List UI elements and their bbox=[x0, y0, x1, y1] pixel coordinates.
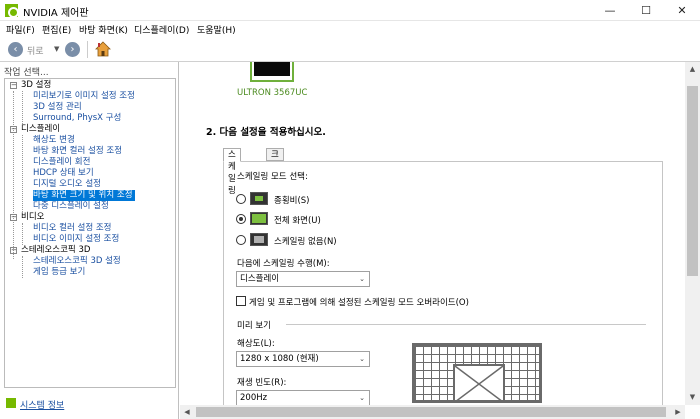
vertical-scrollbar[interactable]: ▲ ▼ bbox=[685, 62, 700, 405]
tree-line bbox=[13, 91, 14, 259]
tab-size[interactable]: 크기 bbox=[266, 148, 284, 172]
tree-item-rotate-display[interactable]: 디스플레이 회전 bbox=[33, 157, 90, 168]
preview-divider bbox=[286, 324, 646, 325]
preview-cross-icon bbox=[455, 366, 503, 400]
refresh-rate-select[interactable]: 200Hz ⌄ bbox=[236, 390, 370, 406]
tree-line bbox=[22, 91, 23, 124]
tree-item-hdcp-status[interactable]: HDCP 상태 보기 bbox=[33, 168, 94, 179]
tree-category-video[interactable]: 비디오 bbox=[21, 212, 44, 223]
menu-desktop[interactable]: 바탕 화면(K) bbox=[79, 23, 128, 36]
collapse-toggle-video[interactable]: − bbox=[10, 214, 17, 221]
mode-full-screen-label[interactable]: 전체 화면(U) bbox=[274, 214, 321, 226]
toolbar: ‹ 뒤로 ▼ › bbox=[0, 37, 700, 62]
tree-item-desktop-color[interactable]: 바탕 화면 컬러 설정 조정 bbox=[33, 146, 122, 157]
tree-item-multi-display[interactable]: 다중 디스플레이 설정 bbox=[33, 201, 109, 212]
collapse-toggle-3d[interactable]: − bbox=[10, 82, 17, 89]
menu-display[interactable]: 디스플레이(D) bbox=[134, 23, 189, 36]
tree-item-change-resolution[interactable]: 해상도 변경 bbox=[33, 135, 75, 146]
system-info-icon bbox=[6, 398, 16, 408]
perform-scaling-value: 디스플레이 bbox=[240, 274, 280, 284]
close-button[interactable]: ✕ bbox=[664, 0, 700, 21]
horizontal-scrollbar[interactable]: ◀ ▶ bbox=[180, 405, 685, 419]
tree-category-stereoscopic[interactable]: 스테레오스코픽 3D bbox=[21, 245, 90, 256]
mode-no-scaling-label[interactable]: 스케일링 없음(N) bbox=[274, 235, 337, 247]
tree-line bbox=[22, 223, 23, 245]
tree-line bbox=[22, 135, 23, 212]
tree-item-digital-audio[interactable]: 디지털 오디오 설정 bbox=[33, 179, 101, 190]
menu-bar: 파일(F) 편집(E) 바탕 화면(K) 디스플레이(D) 도움말(H) bbox=[0, 21, 700, 37]
monitor-name: ULTRON 3567UC bbox=[237, 88, 308, 98]
tab-scaling[interactable]: 스케일링 bbox=[223, 148, 241, 196]
tree-item-surround-physx[interactable]: Surround, PhysX 구성 bbox=[33, 113, 121, 124]
override-label[interactable]: 게임 및 프로그램에 의해 설정된 스케일링 모드 오버라이드(O) bbox=[249, 296, 469, 308]
chevron-down-icon[interactable]: ▼ bbox=[54, 45, 59, 53]
resolution-label: 해상도(L): bbox=[237, 339, 275, 349]
menu-help[interactable]: 도움말(H) bbox=[197, 23, 236, 36]
task-panel: 작업 선택... − 3D 설정 미리보기로 이미지 설정 조정 3D 설정 관… bbox=[0, 62, 179, 419]
back-label[interactable]: 뒤로 bbox=[27, 44, 44, 57]
forward-arrow-icon[interactable]: › bbox=[65, 42, 80, 57]
refresh-rate-value: 200Hz bbox=[240, 393, 268, 403]
scaling-mode-label: 스케일링 모드 선택: bbox=[237, 172, 308, 182]
scroll-thumb-h[interactable] bbox=[196, 407, 666, 417]
nvidia-logo-icon bbox=[5, 4, 19, 18]
chevron-down-icon: ⌄ bbox=[359, 394, 365, 402]
aspect-ratio-icon bbox=[250, 192, 268, 205]
scroll-down-icon[interactable]: ▼ bbox=[685, 390, 700, 405]
tree-category-3d-settings[interactable]: 3D 설정 bbox=[21, 80, 51, 91]
toolbar-divider bbox=[87, 41, 88, 58]
no-scaling-icon bbox=[250, 233, 268, 246]
preview-label: 미리 보기 bbox=[237, 321, 271, 331]
preview-frame bbox=[453, 364, 505, 400]
task-select-label: 작업 선택... bbox=[4, 68, 49, 78]
tree-item-game-rating[interactable]: 게임 등급 보기 bbox=[33, 267, 85, 278]
tree-item-stereo-settings[interactable]: 스테레오스코픽 3D 설정 bbox=[33, 256, 121, 267]
task-tree: − 3D 설정 미리보기로 이미지 설정 조정 3D 설정 관리 Surroun… bbox=[4, 78, 176, 388]
perform-scaling-label: 다음에 스케일링 수행(M): bbox=[237, 259, 330, 269]
maximize-button[interactable]: ☐ bbox=[628, 0, 664, 21]
chevron-down-icon: ⌄ bbox=[359, 355, 365, 363]
perform-scaling-select[interactable]: 디스플레이 ⌄ bbox=[236, 271, 370, 287]
chevron-down-icon: ⌄ bbox=[359, 275, 365, 283]
window-title: NVIDIA 제어판 bbox=[23, 8, 89, 19]
scroll-thumb[interactable] bbox=[687, 86, 698, 276]
collapse-toggle-display[interactable]: − bbox=[10, 126, 17, 133]
tree-item-preview-image[interactable]: 미리보기로 이미지 설정 조정 bbox=[33, 91, 135, 102]
radio-full-screen[interactable] bbox=[236, 214, 246, 224]
section-title: 2. 다음 설정을 적용하십시오. bbox=[206, 127, 326, 138]
menu-edit[interactable]: 편집(E) bbox=[42, 23, 71, 36]
resolution-value: 1280 x 1080 (현재) bbox=[240, 354, 319, 364]
scroll-left-icon[interactable]: ◀ bbox=[180, 405, 194, 419]
refresh-rate-label: 재생 빈도(R): bbox=[237, 378, 287, 388]
monitor-icon[interactable] bbox=[250, 62, 294, 82]
mode-aspect-ratio-label[interactable]: 종횡비(S) bbox=[274, 194, 310, 206]
radio-no-scaling[interactable] bbox=[236, 235, 246, 245]
back-arrow-icon[interactable]: ‹ bbox=[8, 42, 23, 57]
home-icon[interactable] bbox=[95, 41, 111, 57]
system-info-link[interactable]: 시스템 정보 bbox=[20, 398, 64, 411]
tree-item-desktop-size-position[interactable]: 바탕 화면 크기 및 위치 조정 bbox=[33, 190, 135, 201]
full-screen-icon bbox=[250, 212, 268, 225]
title-bar: NVIDIA 제어판 — ☐ ✕ bbox=[0, 0, 700, 21]
tree-line bbox=[22, 256, 23, 278]
minimize-button[interactable]: — bbox=[592, 0, 628, 21]
override-checkbox[interactable] bbox=[236, 296, 246, 306]
tree-item-video-image[interactable]: 비디오 이미지 설정 조정 bbox=[33, 234, 119, 245]
resolution-select[interactable]: 1280 x 1080 (현재) ⌄ bbox=[236, 351, 370, 367]
tree-item-video-color[interactable]: 비디오 컬러 설정 조정 bbox=[33, 223, 112, 234]
collapse-toggle-stereo[interactable]: − bbox=[10, 247, 17, 254]
tree-category-display[interactable]: 디스플레이 bbox=[21, 124, 60, 135]
scroll-up-icon[interactable]: ▲ bbox=[685, 62, 700, 77]
radio-aspect-ratio[interactable] bbox=[236, 194, 246, 204]
scroll-right-icon[interactable]: ▶ bbox=[671, 405, 685, 419]
tree-item-manage-3d[interactable]: 3D 설정 관리 bbox=[33, 102, 82, 113]
scaling-preview bbox=[412, 343, 542, 403]
content-panel: ULTRON 3567UC 2. 다음 설정을 적용하십시오. 스케일링 크기 … bbox=[180, 62, 700, 419]
menu-file[interactable]: 파일(F) bbox=[6, 23, 35, 36]
